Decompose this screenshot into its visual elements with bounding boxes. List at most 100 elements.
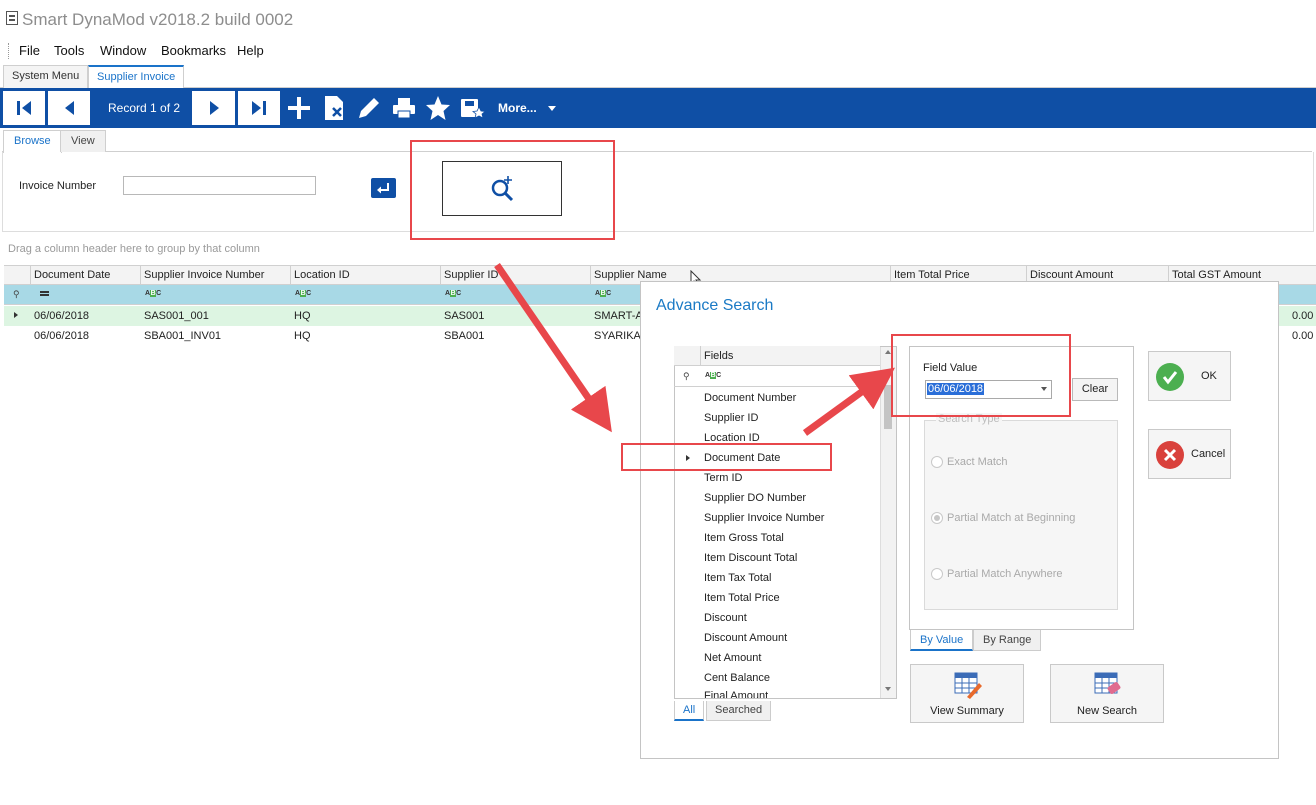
text-filter-icon[interactable]: ABC [595,290,611,297]
column-header-supplier-id[interactable]: Supplier ID [444,269,498,281]
exact-match-radio[interactable] [931,456,943,468]
group-panel-hint: Drag a column header here to group by th… [8,243,260,255]
more-menu-button[interactable]: More... [498,101,557,115]
cell-supplier-id: SBA001 [444,330,485,342]
tab-system-menu[interactable]: System Menu [3,65,89,88]
column-header-discount-amount[interactable]: Discount Amount [1030,269,1113,281]
summary-table-icon [954,672,982,699]
tab-by-range[interactable]: By Range [973,630,1042,651]
enter-button[interactable] [371,178,396,198]
save-star-icon [461,99,486,119]
view-tabs: Browse View [2,130,1312,153]
save-bookmark-button[interactable] [459,95,487,121]
new-search-label: New Search [1077,705,1137,717]
cell-total-gst-amount: 0.00 [1292,310,1314,322]
list-item[interactable]: Cent Balance [704,672,770,684]
edit-button[interactable] [355,95,383,121]
pin-icon: ⚲ [13,289,20,299]
ok-label: OK [1201,370,1217,382]
tab-view[interactable]: View [60,130,106,152]
list-item[interactable]: Net Amount [704,652,761,664]
text-filter-icon[interactable]: ABC [145,290,161,297]
partial-anywhere-label: Partial Match Anywhere [947,568,1063,580]
previous-record-button[interactable] [47,90,91,126]
delete-button[interactable] [320,95,348,121]
ok-button[interactable]: OK [1148,351,1231,401]
tab-searched[interactable]: Searched [706,701,772,721]
star-icon [426,96,450,120]
column-header-total-gst-amount[interactable]: Total GST Amount [1172,269,1261,281]
column-header-document-date[interactable]: Document Date [34,269,110,281]
list-item[interactable]: Item Tax Total [704,572,771,584]
cell-supplier-invoice-number: SBA001_INV01 [144,330,222,342]
menu-bar: File Tools Window Bookmarks Help [0,40,1316,62]
new-search-table-icon [1094,672,1121,694]
list-item[interactable]: Item Discount Total [704,552,797,564]
menu-bookmarks[interactable]: Bookmarks [161,43,226,58]
menu-window[interactable]: Window [100,43,146,58]
menu-tools[interactable]: Tools [54,43,84,58]
title-bar: Smart DynaMod v2018.2 build 0002 [0,0,1316,38]
list-item[interactable]: Item Gross Total [704,532,784,544]
next-icon [209,101,219,115]
list-item[interactable]: Discount [704,612,747,624]
document-tabs: System Menu Supplier Invoice [0,65,1316,89]
more-label: More... [498,101,537,115]
record-toolbar: Record 1 of 2 More... [0,88,1316,128]
row-indicator-icon [14,312,18,318]
partial-beginning-radio[interactable] [931,512,943,524]
first-record-button[interactable] [2,90,46,126]
text-filter-icon[interactable]: ABC [295,290,311,297]
list-item-clipped: Final Amount [675,690,880,698]
cell-supplier-name: SMART-A [594,310,643,322]
add-button[interactable] [285,95,313,121]
fields-column-header[interactable]: Fields [704,350,733,362]
delete-document-icon [325,96,343,120]
tab-all[interactable]: All [674,701,705,721]
cell-supplier-invoice-number: SAS001_001 [144,310,209,322]
view-summary-label: View Summary [930,705,1004,717]
cell-location-id: HQ [294,310,311,322]
window-title: Smart DynaMod v2018.2 build 0002 [22,10,294,29]
highlight-box-document-date [621,443,832,471]
clear-button[interactable]: Clear [1072,378,1118,401]
partial-anywhere-radio[interactable] [931,568,943,580]
next-record-button[interactable] [191,90,236,126]
list-item[interactable]: Discount Amount [704,632,787,644]
menu-help[interactable]: Help [237,43,264,58]
column-header-item-total-price[interactable]: Item Total Price [894,269,970,281]
list-item[interactable]: Term ID [704,472,743,484]
last-record-button[interactable] [237,90,281,126]
text-filter-icon[interactable]: ABC [705,372,721,379]
bookmark-button[interactable] [424,95,452,121]
tab-supplier-invoice[interactable]: Supplier Invoice [88,65,185,89]
column-divider [440,266,441,286]
column-header-location-id[interactable]: Location ID [294,269,350,281]
scroll-down-icon[interactable] [885,687,891,691]
column-header-supplier-invoice-number[interactable]: Supplier Invoice Number [144,269,264,281]
cell-supplier-id: SAS001 [444,310,485,322]
last-record-icon [252,101,266,115]
list-item[interactable]: Document Number [704,392,796,404]
print-button[interactable] [390,95,418,121]
tab-by-value[interactable]: By Value [910,630,974,651]
list-item[interactable]: Supplier DO Number [704,492,806,504]
tab-browse[interactable]: Browse [3,130,62,153]
column-header-supplier-name[interactable]: Supplier Name [594,269,667,281]
cancel-button[interactable]: Cancel [1148,429,1231,479]
column-divider [290,266,291,286]
text-filter-icon[interactable]: ABC [445,290,461,297]
list-item[interactable]: Supplier ID [704,412,758,424]
list-item[interactable]: Item Total Price [704,592,780,604]
fields-filter-row[interactable]: ⚲ ABC [674,367,880,387]
view-summary-button[interactable]: View Summary [910,664,1024,723]
list-item[interactable]: Final Amount [704,690,768,698]
fields-list-header: Fields [674,346,880,366]
new-search-button[interactable]: New Search [1050,664,1164,723]
cell-total-gst-amount: 0.00 [1292,330,1314,342]
invoice-number-input[interactable] [123,176,316,195]
menu-file[interactable]: File [19,43,40,58]
cell-supplier-name: SYARIKAT [594,330,647,342]
list-item[interactable]: Supplier Invoice Number [704,512,824,524]
pencil-icon [359,98,379,118]
